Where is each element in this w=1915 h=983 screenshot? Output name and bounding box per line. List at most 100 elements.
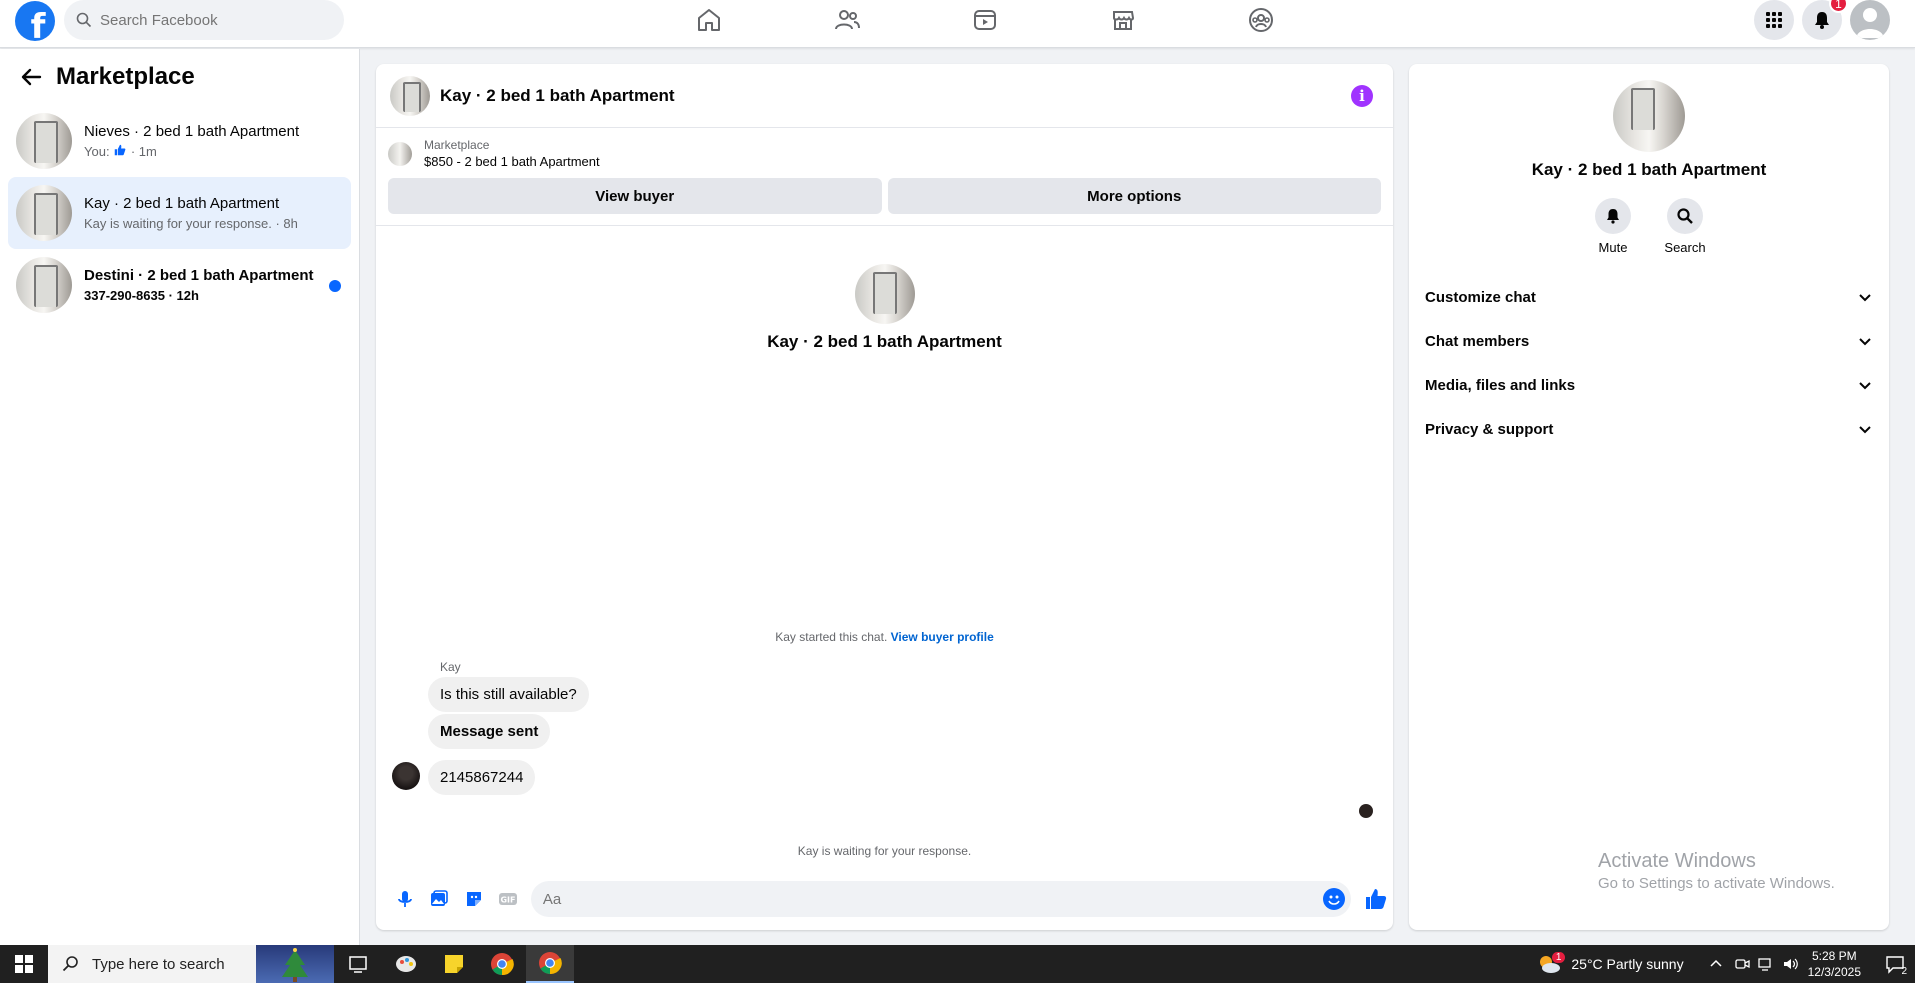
message-bubble[interactable]: Message sent	[428, 714, 551, 749]
volume-icon[interactable]	[1782, 956, 1798, 972]
taskbar-clock[interactable]: 5:28 PM 12/3/2025	[1808, 948, 1861, 980]
conversation-title: Kay · 2 bed 1 bath Apartment	[84, 195, 280, 212]
main-nav	[640, 0, 1330, 40]
seen-indicator-avatar	[1359, 804, 1373, 818]
chevron-down-icon	[1859, 382, 1871, 390]
start-button[interactable]	[0, 945, 48, 983]
weather-widget[interactable]: 1 25°C Partly sunny	[1536, 951, 1684, 975]
info-sections: Customize chat Chat members Media, files…	[1409, 275, 1889, 451]
chevron-down-icon	[1859, 426, 1871, 434]
sticky-notes-button[interactable]	[430, 945, 478, 983]
facebook-search-box[interactable]	[64, 0, 344, 40]
back-arrow-icon[interactable]	[20, 66, 42, 88]
search-label: Search	[1664, 240, 1706, 255]
nav-video[interactable]	[916, 0, 1054, 40]
view-buyer-button[interactable]: View buyer	[388, 178, 882, 214]
search-action[interactable]: Search	[1664, 198, 1706, 255]
bell-icon	[1607, 209, 1619, 224]
listing-thumbnail	[16, 113, 72, 169]
facebook-logo-icon[interactable]: f	[15, 1, 55, 41]
task-view-icon	[349, 956, 367, 973]
search-icon	[76, 12, 92, 28]
chevron-up-icon[interactable]	[1708, 956, 1724, 972]
nav-groups[interactable]	[1192, 0, 1330, 40]
sidebar-title: Marketplace	[56, 63, 195, 90]
sender-avatar[interactable]	[392, 762, 420, 790]
grid-menu-icon	[1766, 12, 1782, 28]
chat-started-notice: Kay started this chat. View buyer profil…	[775, 630, 994, 644]
chat-header-avatar[interactable]	[390, 75, 430, 116]
gif-button[interactable]: GIF	[491, 881, 525, 917]
paint-app-button[interactable]	[382, 945, 430, 983]
info-avatar	[1613, 80, 1685, 152]
section-media-files-links[interactable]: Media, files and links	[1409, 363, 1889, 407]
listing-small-thumbnail[interactable]	[388, 141, 412, 166]
view-buyer-profile-link[interactable]: View buyer profile	[891, 630, 994, 644]
section-chat-members[interactable]: Chat members	[1409, 319, 1889, 363]
meet-now-icon[interactable]	[1734, 956, 1750, 972]
notifications-button[interactable]: 1	[1802, 0, 1848, 40]
conversation-item-nieves[interactable]: Nieves · 2 bed 1 bath Apartment You: · 1…	[8, 105, 351, 177]
chat-intro: Kay · 2 bed 1 bath Apartment	[376, 264, 1393, 352]
search-icon	[62, 956, 78, 972]
nav-marketplace[interactable]	[1054, 0, 1192, 40]
account-avatar-button[interactable]	[1850, 0, 1890, 40]
topbar-right-actions: 1	[1754, 0, 1890, 40]
marketplace-icon	[1113, 11, 1135, 30]
send-like-button[interactable]	[1359, 881, 1393, 917]
mute-action[interactable]: Mute	[1595, 198, 1631, 255]
activate-windows-watermark: Activate Windows Go to Settings to activ…	[1598, 850, 1835, 892]
thumbs-up-icon	[1365, 889, 1387, 909]
message-bubble[interactable]: Is this still available?	[428, 677, 589, 712]
paint-palette-icon	[396, 956, 416, 972]
facebook-search-input[interactable]	[100, 11, 320, 29]
windows-logo-icon	[15, 955, 33, 973]
nav-home[interactable]	[640, 0, 778, 40]
message-input-box[interactable]	[530, 881, 1351, 917]
attach-photo-button[interactable]	[422, 881, 456, 917]
conversation-item-kay[interactable]: Kay · 2 bed 1 bath Apartment Kay is wait…	[8, 177, 351, 249]
chat-header-title[interactable]: Kay · 2 bed 1 bath Apartment	[440, 86, 675, 106]
taskbar-search-placeholder: Type here to search	[92, 955, 225, 973]
message-input[interactable]	[542, 890, 1303, 908]
conversation-title: Nieves · 2 bed 1 bath Apartment	[84, 123, 300, 140]
task-view-button[interactable]	[334, 945, 382, 983]
conversation-title: Destini · 2 bed 1 bath Apartment	[84, 267, 314, 284]
message-bubble[interactable]: 2145867244	[428, 760, 536, 795]
info-icon[interactable]: i	[1351, 85, 1373, 107]
section-privacy-support[interactable]: Privacy & support	[1409, 407, 1889, 451]
search-icon	[1677, 208, 1693, 224]
waiting-notice: Kay is waiting for your response.	[797, 844, 972, 858]
microphone-icon	[398, 891, 412, 907]
chrome-button[interactable]	[478, 945, 526, 983]
message-composer: GIF	[376, 868, 1393, 930]
mute-label: Mute	[1598, 240, 1628, 255]
weather-text: 25°C Partly sunny	[1571, 956, 1684, 972]
action-center-button[interactable]: 2	[1875, 945, 1915, 983]
more-options-button[interactable]: More options	[887, 178, 1381, 214]
christmas-tree-widget[interactable]	[256, 945, 334, 983]
action-center-count: 2	[1901, 966, 1907, 977]
menu-button[interactable]	[1754, 0, 1794, 40]
voice-clip-button[interactable]	[388, 881, 422, 917]
section-customize-chat[interactable]: Customize chat	[1409, 275, 1889, 319]
nav-friends[interactable]	[778, 0, 916, 40]
windows-taskbar: Type here to search 1 25°C Partly sunny …	[0, 945, 1915, 983]
conversation-item-destini[interactable]: Destini · 2 bed 1 bath Apartment 337-290…	[8, 249, 351, 321]
bell-icon	[1815, 12, 1829, 29]
svg-text:GIF: GIF	[500, 896, 515, 905]
conversation-preview: 337-290-8635 · 12h	[84, 288, 199, 303]
chevron-down-icon	[1859, 338, 1871, 346]
taskbar-search[interactable]: Type here to search	[48, 945, 256, 983]
message-thread: Kay · 2 bed 1 bath Apartment Kay started…	[376, 226, 1393, 866]
home-icon	[698, 9, 720, 31]
sticker-icon	[466, 892, 481, 906]
chat-info-panel: Kay · 2 bed 1 bath Apartment Mute Search…	[1409, 64, 1889, 930]
emoji-icon[interactable]	[1322, 888, 1345, 910]
sidebar-header: Marketplace	[0, 49, 359, 105]
listing-price-title[interactable]: $850 - 2 bed 1 bath Apartment	[424, 154, 600, 169]
listing-thumbnail	[16, 185, 72, 241]
chrome-active-button[interactable]	[526, 945, 574, 983]
network-icon[interactable]	[1757, 956, 1774, 972]
sticker-button[interactable]	[456, 881, 490, 917]
